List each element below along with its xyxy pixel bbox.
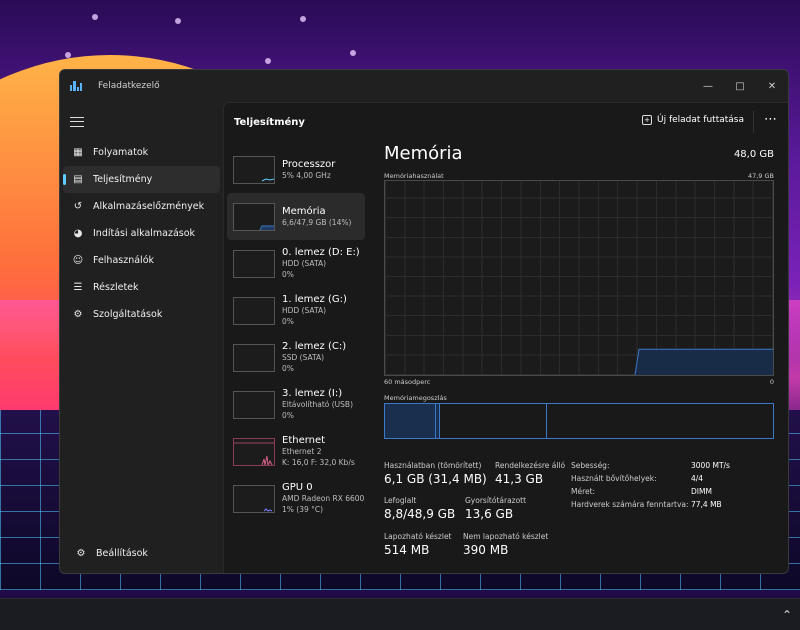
cpu-thumbnail (233, 155, 275, 184)
hamburger-menu-icon[interactable] (70, 115, 84, 129)
title-bar: Feladatkezelő — □ ✕ (60, 70, 788, 102)
sidebar-item-processes[interactable]: ▦ Folyamatok (63, 139, 220, 166)
task-manager-window: Feladatkezelő — □ ✕ ▦ Folyamatok ▤ Telje… (59, 69, 789, 574)
memory-title: Memória (384, 143, 463, 164)
device-list: Processzor 5% 4,00 GHz Memória 6,6/47,9 … (227, 146, 365, 522)
composition-in-use (385, 404, 436, 438)
memory-thumbnail (233, 202, 275, 231)
device-item-disk-0[interactable]: 0. lemez (D: E:) HDD (SATA) 0% (227, 240, 365, 287)
device-item-disk-1[interactable]: 1. lemez (G:) HDD (SATA) 0% (227, 287, 365, 334)
memory-panel: Memória 48,0 GB Memóriahasználat 47,9 GB… (384, 143, 774, 573)
gear-icon: ⚙ (76, 548, 86, 559)
startup-icon: ◕ (73, 228, 83, 239)
taskbar: ⌃ (0, 598, 800, 630)
close-button[interactable]: ✕ (756, 70, 788, 102)
stat-in-use: Használatban (tömörített) 6,1 GB (31,4 M… (384, 461, 487, 486)
stat-committed: Lefoglalt 8,8/48,9 GB (384, 496, 456, 521)
stat-available: Rendelkezésre álló 41,3 GB (495, 461, 566, 486)
page-title: Teljesítmény (234, 116, 305, 128)
sidebar-item-services[interactable]: ⚙ Szolgáltatások (63, 301, 220, 328)
disk-0-thumbnail (233, 249, 275, 278)
stat-nonpaged-pool: Nem lapozható készlet 390 MB (463, 532, 549, 557)
app-history-icon: ↺ (73, 201, 83, 212)
ethernet-thumbnail (233, 437, 275, 467)
device-item-gpu[interactable]: GPU 0 AMD Radeon RX 6600 1% (39 °C) (227, 475, 365, 522)
composition-standby (440, 404, 547, 438)
sidebar-item-performance[interactable]: ▤ Teljesítmény (63, 166, 220, 193)
graph-axis-right: 0 (769, 378, 774, 386)
disk-3-thumbnail (233, 390, 275, 419)
run-task-icon: + (642, 115, 653, 125)
sidebar-item-settings[interactable]: ⚙ Beállítások (66, 540, 217, 567)
sidebar-item-startup[interactable]: ◕ Indítási alkalmazások (63, 220, 220, 247)
processes-icon: ▦ (73, 147, 83, 158)
device-item-ethernet[interactable]: Ethernet Ethernet 2 K: 16,0 F: 32,0 Kb/s (227, 428, 365, 475)
sidebar-item-users[interactable]: ☺ Felhasználók (63, 247, 220, 274)
memory-usage-label: Memóriahasználat (384, 172, 444, 180)
stat-paged-pool: Lapozható készlet 514 MB (384, 532, 452, 557)
memory-composition-label: Memóriamegoszlás (384, 394, 447, 402)
detail-slots: Használt bővítőhelyek: 4/4 (571, 474, 704, 483)
detail-hardware-reserved: Hardverek számára fenntartva: 77,4 MB (571, 500, 722, 509)
gpu-thumbnail (233, 484, 275, 513)
device-item-memory[interactable]: Memória 6,6/47,9 GB (14%) (227, 193, 365, 240)
services-icon: ⚙ (73, 309, 83, 320)
users-icon: ☺ (72, 255, 84, 266)
run-new-task-button[interactable]: + Új feladat futtatása (642, 115, 744, 125)
composition-free (547, 404, 773, 438)
maximize-button[interactable]: □ (724, 70, 756, 102)
chevron-up-icon[interactable]: ⌃ (782, 608, 792, 622)
performance-icon: ▤ (73, 174, 83, 185)
sidebar-item-app-history[interactable]: ↺ Alkalmazáselőzmények (63, 193, 220, 220)
device-item-disk-2[interactable]: 2. lemez (C:) SSD (SATA) 0% (227, 334, 365, 381)
disk-2-thumbnail (233, 343, 275, 372)
device-item-cpu[interactable]: Processzor 5% 4,00 GHz (227, 146, 365, 193)
stat-cached: Gyorsítótárazott 13,6 GB (465, 496, 527, 521)
sidebar: ▦ Folyamatok ▤ Teljesítmény ↺ Alkalmazás… (60, 102, 223, 573)
memory-total: 48,0 GB (733, 149, 774, 160)
main-content: Teljesítmény + Új feladat futtatása ⋯ Pr… (223, 102, 788, 573)
more-options-button[interactable]: ⋯ (764, 112, 778, 127)
minimize-button[interactable]: — (692, 70, 724, 102)
details-icon: ☰ (73, 282, 83, 293)
sidebar-item-details[interactable]: ☰ Részletek (63, 274, 220, 301)
memory-usage-max: 47,9 GB (747, 172, 774, 180)
memory-composition-bar (384, 403, 774, 439)
page-header: Teljesítmény + Új feladat futtatása ⋯ (224, 103, 788, 141)
task-manager-icon (70, 81, 82, 91)
detail-form-factor: Méret: DIMM (571, 487, 712, 496)
detail-speed: Sebesség: 3000 MT/s (571, 461, 730, 470)
window-title: Feladatkezelő (98, 81, 160, 91)
device-item-disk-3[interactable]: 3. lemez (I:) Eltávolítható (USB) 0% (227, 381, 365, 428)
graph-axis-left: 60 másodperc (384, 378, 431, 386)
memory-usage-graph (384, 180, 774, 376)
disk-1-thumbnail (233, 296, 275, 325)
